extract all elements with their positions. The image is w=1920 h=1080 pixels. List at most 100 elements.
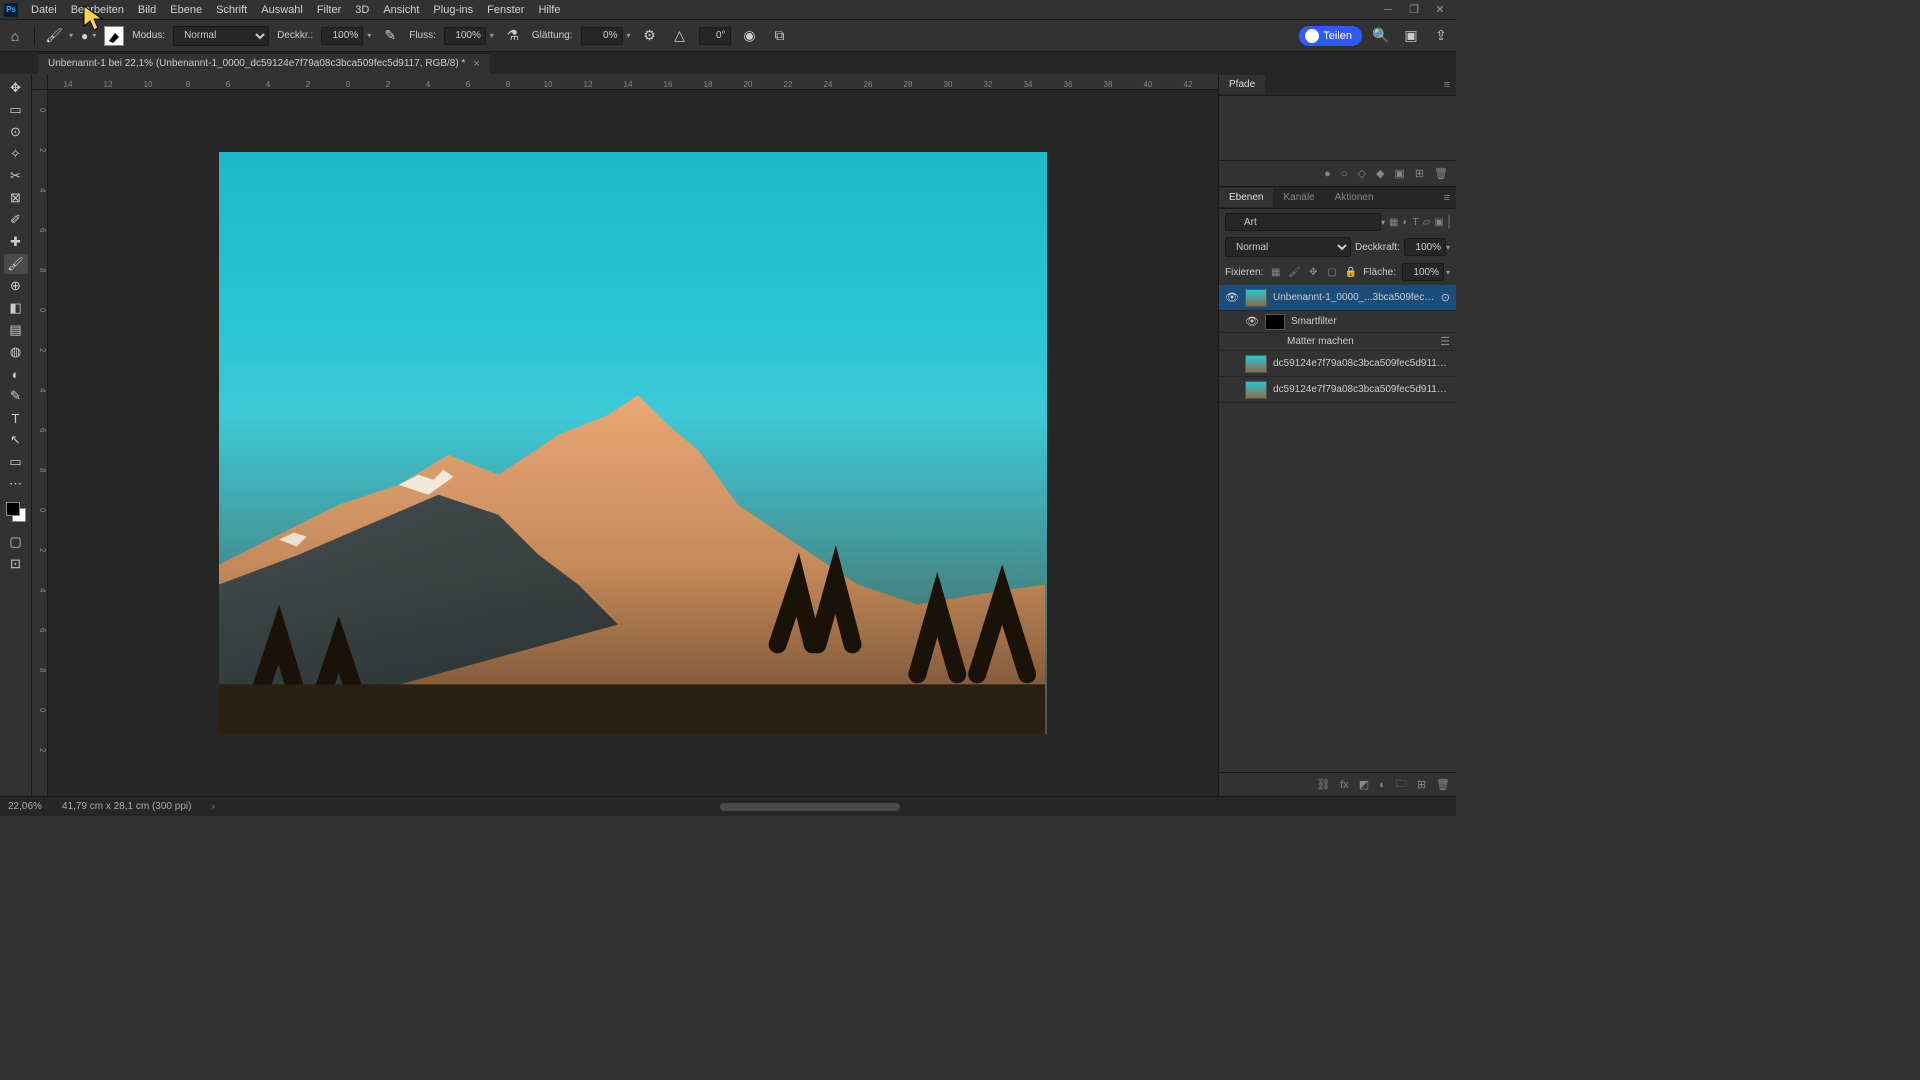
- new-layer-icon[interactable]: ⊞: [1417, 778, 1426, 791]
- share-export-icon[interactable]: ⇪: [1430, 25, 1452, 47]
- selection-to-path-icon[interactable]: ◆: [1376, 167, 1384, 180]
- chevron-down-icon[interactable]: ▾: [1446, 243, 1450, 252]
- filter-shape-icon[interactable]: ▱: [1423, 214, 1431, 230]
- delete-layer-icon[interactable]: 🗑: [1436, 778, 1450, 791]
- filter-toggle[interactable]: [1448, 215, 1450, 229]
- delete-path-icon[interactable]: 🗑: [1434, 167, 1448, 180]
- menu-bild[interactable]: Bild: [131, 1, 163, 19]
- menu-datei[interactable]: Datei: [24, 1, 64, 19]
- flow-input[interactable]: [444, 27, 486, 45]
- chevron-down-icon[interactable]: ▾: [490, 31, 494, 40]
- info-chevron-icon[interactable]: ›: [211, 801, 214, 812]
- chevron-down-icon[interactable]: ▾: [92, 31, 96, 40]
- brush-tool-icon[interactable]: 🖌: [43, 25, 65, 47]
- layer-row[interactable]: 👁Smartfilter: [1219, 311, 1456, 333]
- chevron-down-icon[interactable]: ▾: [69, 31, 73, 40]
- fill-path-icon[interactable]: ●: [1324, 168, 1331, 180]
- menu-hilfe[interactable]: Hilfe: [531, 1, 567, 19]
- type-tool-icon[interactable]: T: [4, 408, 28, 428]
- quick-mask-icon[interactable]: ▢: [4, 532, 28, 552]
- angle-icon[interactable]: △: [669, 25, 691, 47]
- foreground-color-swatch[interactable]: [6, 502, 20, 516]
- lock-pixels-icon[interactable]: 🖌: [1288, 264, 1301, 280]
- menu-ansicht[interactable]: Ansicht: [376, 1, 426, 19]
- panel-menu-icon[interactable]: ≡: [1444, 192, 1456, 204]
- blur-tool-icon[interactable]: ◍: [4, 342, 28, 362]
- path-to-selection-icon[interactable]: ◇: [1357, 167, 1365, 180]
- horizontal-ruler[interactable]: 1412108642024681012141618202224262830323…: [48, 74, 1218, 90]
- vertical-ruler[interactable]: 02468024680246802: [32, 90, 48, 796]
- filter-pixel-icon[interactable]: ▦: [1389, 214, 1398, 230]
- crop-tool-icon[interactable]: ✂: [4, 166, 28, 186]
- healing-brush-tool-icon[interactable]: ✚: [4, 232, 28, 252]
- canvas-viewport[interactable]: [48, 90, 1218, 796]
- search-icon[interactable]: 🔍: [1370, 25, 1392, 47]
- layer-row[interactable]: 👁Unbenannt-1_0000_...3bca509fec5d9117⊙: [1219, 285, 1456, 311]
- layer-thumbnail[interactable]: [1245, 355, 1267, 373]
- document-tab[interactable]: Unbenannt-1 bei 22,1% (Unbenannt-1_0000_…: [38, 53, 490, 74]
- menu-fenster[interactable]: Fenster: [480, 1, 531, 19]
- screen-mode-icon[interactable]: ⊡: [4, 554, 28, 574]
- visibility-eye-icon[interactable]: 👁: [1225, 291, 1239, 304]
- eraser-tool-icon[interactable]: ◧: [4, 298, 28, 318]
- window-restore-icon[interactable]: ❐: [1408, 4, 1420, 16]
- link-layers-icon[interactable]: ⛓: [1316, 778, 1330, 791]
- dodge-tool-icon[interactable]: ◐: [4, 364, 28, 384]
- window-minimize-icon[interactable]: ─: [1382, 4, 1394, 16]
- tab-aktionen[interactable]: Aktionen: [1325, 188, 1384, 207]
- lock-artboard-icon[interactable]: ▢: [1326, 264, 1339, 280]
- chevron-down-icon[interactable]: ▾: [1446, 268, 1450, 277]
- layer-thumbnail[interactable]: [1245, 381, 1267, 399]
- menu-schrift[interactable]: Schrift: [209, 1, 254, 19]
- angle-input[interactable]: [699, 27, 731, 45]
- layer-row[interactable]: Matter machen☰: [1219, 333, 1456, 351]
- lock-transparent-icon[interactable]: ▦: [1269, 264, 1282, 280]
- panel-menu-icon[interactable]: ≡: [1444, 79, 1456, 91]
- window-close-icon[interactable]: ✕: [1434, 4, 1446, 16]
- more-tools-icon[interactable]: ⋯: [4, 474, 28, 494]
- new-path-icon[interactable]: ⊞: [1415, 167, 1424, 180]
- layer-thumbnail[interactable]: [1265, 314, 1285, 330]
- move-tool-icon[interactable]: ✥: [4, 78, 28, 98]
- path-select-tool-icon[interactable]: ↖: [4, 430, 28, 450]
- color-swatch[interactable]: [6, 502, 26, 522]
- lock-position-icon[interactable]: ✥: [1307, 264, 1320, 280]
- clone-stamp-tool-icon[interactable]: ⊕: [4, 276, 28, 296]
- layer-mask-icon[interactable]: ◩: [1359, 778, 1369, 791]
- layer-opacity-input[interactable]: [1404, 238, 1446, 256]
- symmetry-icon[interactable]: ⧉: [769, 25, 791, 47]
- airbrush-icon[interactable]: ⚗: [502, 25, 524, 47]
- brush-panel-icon[interactable]: [104, 26, 124, 46]
- filter-options-icon[interactable]: ☰: [1440, 335, 1450, 348]
- layer-filter-input[interactable]: [1225, 213, 1381, 231]
- layer-blend-mode-select[interactable]: Normal: [1225, 237, 1351, 257]
- pen-tool-icon[interactable]: ✎: [4, 386, 28, 406]
- share-button[interactable]: Teilen: [1299, 26, 1362, 46]
- eyedropper-tool-icon[interactable]: ✐: [4, 210, 28, 230]
- marquee-tool-icon[interactable]: ▭: [4, 100, 28, 120]
- menu-ebene[interactable]: Ebene: [163, 1, 209, 19]
- adjustment-layer-icon[interactable]: ◐: [1379, 779, 1386, 791]
- chevron-down-icon[interactable]: ▾: [367, 31, 371, 40]
- tab-kanale[interactable]: Kanäle: [1273, 188, 1324, 207]
- brush-tool-icon[interactable]: 🖌: [4, 254, 28, 274]
- brush-size-preset[interactable]: ●: [81, 29, 88, 43]
- menu-3d[interactable]: 3D: [348, 1, 376, 19]
- filter-smart-icon[interactable]: ▣: [1434, 214, 1443, 230]
- filter-indicator-icon[interactable]: ⊙: [1441, 291, 1450, 304]
- layer-fx-icon[interactable]: fx: [1340, 779, 1349, 791]
- zoom-level[interactable]: 22,06%: [8, 801, 42, 812]
- blend-mode-select[interactable]: Normal: [173, 26, 269, 46]
- close-icon[interactable]: ×: [473, 58, 479, 70]
- new-group-icon[interactable]: 🗀: [1396, 775, 1407, 794]
- shape-tool-icon[interactable]: ▭: [4, 452, 28, 472]
- menu-filter[interactable]: Filter: [310, 1, 348, 19]
- stroke-path-icon[interactable]: ○: [1341, 168, 1348, 180]
- smoothing-input[interactable]: [581, 27, 623, 45]
- layer-row[interactable]: dc59124e7f79a08c3bca509fec5d9117 Kopie 2: [1219, 377, 1456, 403]
- opacity-input[interactable]: [321, 27, 363, 45]
- layer-row[interactable]: dc59124e7f79a08c3bca509fec5d9117 Kopie 3: [1219, 351, 1456, 377]
- menu-auswahl[interactable]: Auswahl: [254, 1, 310, 19]
- filter-adjust-icon[interactable]: ◐: [1402, 214, 1408, 230]
- magic-wand-tool-icon[interactable]: ✧: [4, 144, 28, 164]
